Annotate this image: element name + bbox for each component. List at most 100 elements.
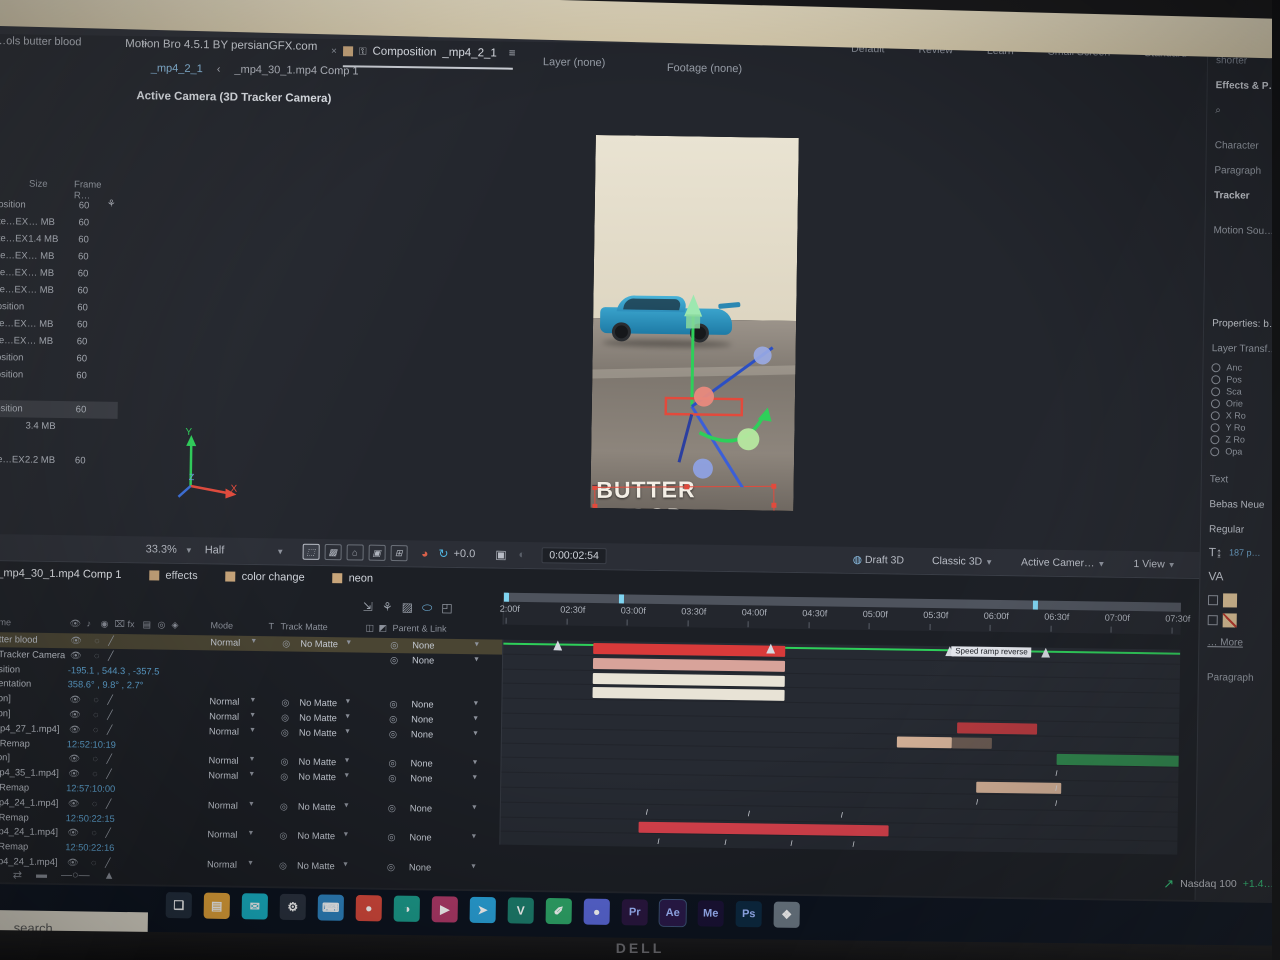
project-item-row[interactable]: …te…EX… MB 60 — [0, 315, 119, 334]
keyframe-marker[interactable]: I — [1053, 769, 1059, 778]
keyframe-marker[interactable]: I — [839, 810, 845, 819]
video-toggle-icon[interactable]: 👁 — [69, 618, 81, 629]
comp-flowchart-icon[interactable]: ⚘ — [107, 199, 116, 210]
track-matte-chevron-down-icon[interactable]: ▼ — [344, 698, 351, 705]
track-matte-icon[interactable]: ◎ — [279, 831, 287, 842]
parent-chevron-down-icon[interactable]: ▼ — [472, 730, 479, 737]
layer-solo-icon[interactable]: ◌ — [94, 650, 100, 660]
view-layout-select[interactable]: 1 View ▼ — [1133, 558, 1175, 571]
motion-blur-header-icon[interactable]: ◎ — [157, 620, 165, 631]
layer-name[interactable]: …mp4_35_1.mp4] — [0, 767, 59, 778]
keyframe-marker[interactable]: I — [788, 839, 794, 848]
blend-mode-chevron-down-icon[interactable]: ▼ — [247, 830, 254, 837]
layer-duration-bar[interactable] — [592, 657, 786, 672]
motion-blur-icon[interactable]: ▨ — [402, 600, 414, 614]
taskbar-icon-video-app[interactable]: V — [507, 897, 534, 924]
taskbar-icon-image-app[interactable]: ❖ — [773, 901, 800, 928]
graph-editor-link-icon[interactable]: ⬭ — [422, 600, 432, 615]
taskbar-icon-settings[interactable]: ⚙ — [279, 893, 306, 921]
adjust-layer-icon[interactable]: ▤ — [142, 619, 151, 630]
stopwatch-icon[interactable] — [1210, 398, 1221, 408]
fill-color-swatch[interactable] — [1222, 593, 1238, 608]
layer-duration-bar[interactable] — [1056, 753, 1181, 767]
text-layer-bounding-box[interactable] — [592, 483, 777, 511]
blend-mode-chevron-down-icon[interactable]: ▼ — [249, 727, 256, 734]
layer-solo-icon[interactable]: ◌ — [91, 858, 97, 868]
project-item-row[interactable]: …te…EX 1.4 MB 60 — [0, 230, 120, 249]
more-options-link[interactable]: … More — [1199, 630, 1280, 656]
layer-solo-icon[interactable]: ◌ — [93, 724, 99, 734]
breadcrumb-comp-current[interactable]: _mp4_30_1.mp4 Comp 1 — [234, 64, 358, 78]
parent-value[interactable]: None — [410, 759, 432, 769]
zoom-level-value[interactable]: 33.3% — [146, 543, 177, 555]
layer-duration-bar[interactable] — [592, 687, 785, 702]
parent-pickwhip-icon[interactable]: ◎ — [389, 699, 397, 710]
taskbar-icon-file-explorer[interactable]: ▤ — [203, 892, 230, 920]
parent-link-icon[interactable]: ◫ — [365, 623, 374, 634]
resolution-chevron-down-icon[interactable]: ▼ — [276, 547, 284, 556]
current-timecode[interactable]: 0:00:02:54 — [541, 547, 608, 565]
layer-property-value[interactable]: -195.1 , 544.3 , -357.5 — [68, 665, 160, 676]
track-matte-chevron-down-icon[interactable]: ▼ — [343, 802, 350, 809]
layer-solo-icon[interactable]: ◌ — [93, 710, 99, 720]
layer-duration-bar[interactable] — [593, 642, 786, 657]
dock-tracker-panel[interactable]: Tracker — [1206, 183, 1280, 209]
project-item-row[interactable]: 3.4 MB — [0, 417, 118, 436]
parent-value[interactable]: None — [409, 833, 431, 843]
blend-mode-chevron-down-icon[interactable]: ▼ — [249, 697, 256, 704]
layer-duration-bar[interactable] — [652, 851, 748, 855]
renderer-select[interactable]: Classic 3D ▼ — [932, 555, 993, 568]
track-matte-icon[interactable]: ◎ — [280, 801, 288, 812]
layer-video-toggle-icon[interactable]: 👁 — [69, 709, 81, 720]
layer-duration-bar[interactable] — [957, 722, 1038, 735]
track-matte-value[interactable]: No Matte — [297, 861, 335, 872]
layer-solo-icon[interactable]: ◌ — [92, 754, 98, 764]
layer-video-toggle-icon[interactable]: 👁 — [68, 798, 80, 809]
parent-value[interactable]: None — [410, 803, 432, 813]
parent-pickwhip-icon[interactable]: ◎ — [389, 729, 397, 740]
layer-transform-icon[interactable]: ╱ — [106, 799, 112, 810]
region-of-interest-icon[interactable]: ⬚ — [302, 543, 320, 560]
dock-motion-source[interactable]: Motion Sou… — [1205, 218, 1280, 244]
timeline-tab[interactable]: neon — [319, 572, 388, 585]
taskbar-icon-photoshop[interactable]: Ps — [735, 900, 762, 928]
taskbar-icon-media-player[interactable]: ▶ — [431, 896, 458, 923]
layer-duration-bar[interactable] — [951, 737, 992, 749]
audio-toggle-icon[interactable]: ♪ — [86, 618, 91, 628]
taskbar-icon-premiere-pro[interactable]: Pr — [621, 899, 648, 926]
resolution-select[interactable]: Half ▼ — [205, 544, 285, 557]
keyframe-marker[interactable]: I — [655, 837, 661, 846]
timeline-zoom-out-icon[interactable]: ▬ — [36, 869, 47, 881]
transparency-grid-icon[interactable]: ▩ — [324, 543, 342, 561]
stroke-swatches[interactable] — [1200, 610, 1280, 631]
enable-frame-blend-icon[interactable]: ⚘ — [382, 600, 393, 614]
layer-property-value[interactable]: 12:50:22:15 — [66, 813, 115, 824]
track-matte-chevron-down-icon[interactable]: ▼ — [342, 861, 349, 868]
mask-guides-icon[interactable]: ⌂ — [346, 544, 364, 561]
lock-toggle-icon[interactable]: ⌧ — [114, 619, 125, 630]
parent-value[interactable]: None — [410, 773, 432, 783]
track-matte-value[interactable]: No Matte — [298, 757, 336, 768]
track-matte-chevron-down-icon[interactable]: ▼ — [344, 713, 351, 720]
parent-pickwhip-icon[interactable]: ◎ — [390, 640, 398, 651]
layer-duration-bar[interactable] — [592, 672, 785, 687]
work-area-end-handle[interactable] — [1032, 600, 1038, 610]
parent-value[interactable]: None — [411, 699, 433, 709]
track-matte-value[interactable]: No Matte — [299, 698, 337, 709]
layer-duration-bar[interactable] — [896, 736, 952, 749]
layer-blend-mode[interactable]: Normal — [208, 756, 238, 766]
blend-mode-chevron-down-icon[interactable]: ▼ — [247, 860, 254, 867]
layer-name[interactable]: …utter blood — [0, 634, 38, 645]
track-matte-value[interactable]: No Matte — [298, 801, 336, 812]
parent-pickwhip-icon[interactable]: ◎ — [388, 803, 396, 814]
shy-layers-icon[interactable]: ⇲ — [363, 600, 373, 614]
dock-search-icon[interactable]: ⌕ — [1207, 98, 1280, 124]
layer-solo-icon[interactable]: ◌ — [91, 828, 97, 838]
layer-transform-icon[interactable]: ╱ — [108, 636, 114, 647]
track-matte-value[interactable]: No Matte — [300, 639, 338, 650]
layer-property-value[interactable]: 358.6° , 9.8° , 2.7° — [68, 680, 144, 691]
layer-property-value[interactable]: 12:50:22:16 — [65, 842, 114, 853]
project-item-row[interactable]: …osition 60 — [0, 349, 119, 368]
parent-pickwhip-icon[interactable]: ◎ — [388, 758, 396, 769]
3d-view-layout-icon[interactable]: ⊞ — [390, 544, 408, 562]
